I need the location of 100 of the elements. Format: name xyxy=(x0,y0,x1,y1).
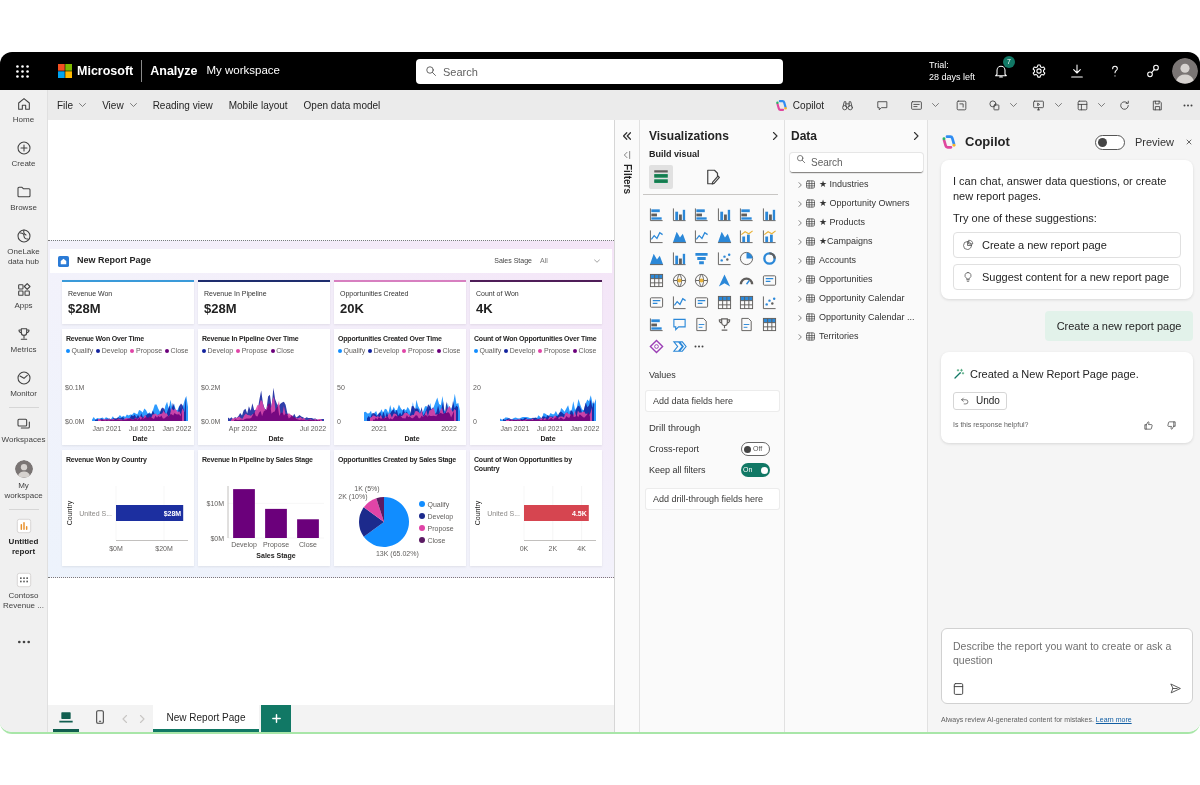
tree-item[interactable]: ★ Products xyxy=(790,213,922,232)
nav-item[interactable]: Create xyxy=(0,140,48,169)
double-chevron-left-icon[interactable] xyxy=(623,132,631,140)
scatter-chart-icon[interactable] xyxy=(716,250,732,266)
tree-item[interactable]: Territories xyxy=(790,327,922,346)
tree-item[interactable]: Accounts xyxy=(790,251,922,270)
tree-item[interactable]: ★Campaigns xyxy=(790,232,922,251)
menu-item[interactable]: Open data model xyxy=(303,97,381,113)
line-chart-icon[interactable] xyxy=(694,228,709,244)
card-icon[interactable] xyxy=(649,294,664,310)
save-icon[interactable] xyxy=(1151,98,1164,112)
suggestion-button[interactable]: Create a new report page xyxy=(953,232,1181,258)
nav-item[interactable]: Untitled report xyxy=(0,518,48,557)
bell-icon[interactable] xyxy=(993,63,1009,79)
search-field[interactable]: Search xyxy=(790,153,923,173)
nav-item[interactable]: Workspaces xyxy=(0,416,48,445)
build-visual-tab[interactable] xyxy=(649,164,673,189)
menu-item[interactable]: Reading view xyxy=(152,97,213,113)
nav-item[interactable]: Contoso Revenue ... xyxy=(0,572,48,611)
drop-field[interactable]: Add drill-through fields here xyxy=(646,489,779,510)
more-icon[interactable] xyxy=(1182,103,1194,107)
chevron-bar-icon[interactable] xyxy=(623,151,631,159)
tree-item[interactable]: ★ Opportunity Owners xyxy=(790,194,922,213)
square-corner-icon[interactable] xyxy=(955,98,968,112)
arrow-icon[interactable] xyxy=(716,272,732,288)
close-icon[interactable] xyxy=(1185,138,1193,146)
caret-icon[interactable] xyxy=(1010,103,1017,107)
column-chart-icon[interactable] xyxy=(716,206,732,222)
card-icon[interactable] xyxy=(694,294,709,310)
tree-item[interactable]: Opportunities xyxy=(790,270,922,289)
settings-icon[interactable] xyxy=(1031,63,1047,79)
document-icon[interactable] xyxy=(739,316,754,332)
tree-item[interactable]: ★ Industries xyxy=(790,175,922,194)
pie-chart-icon[interactable] xyxy=(739,250,754,266)
column-chart-icon[interactable] xyxy=(671,250,687,266)
send-icon[interactable] xyxy=(1169,682,1182,695)
binoculars-icon[interactable] xyxy=(841,98,854,112)
caret-icon[interactable] xyxy=(1098,103,1105,107)
trophy-icon[interactable] xyxy=(716,316,732,332)
menu-item[interactable]: Mobile layout xyxy=(228,97,288,113)
more-icon[interactable] xyxy=(694,344,704,348)
textbox-icon[interactable] xyxy=(910,98,923,112)
line-chart-icon[interactable] xyxy=(671,294,687,310)
table-grid-icon[interactable] xyxy=(739,294,754,310)
column-chart-icon[interactable] xyxy=(671,206,687,222)
nav-item[interactable]: Browse xyxy=(0,184,48,213)
line-chart-icon[interactable] xyxy=(649,228,664,244)
column-line-chart-icon[interactable] xyxy=(739,228,754,244)
caret-icon[interactable] xyxy=(1055,103,1062,107)
table-grid-icon[interactable] xyxy=(761,316,777,332)
nav-item[interactable]: Monitor xyxy=(0,370,48,399)
speech-bubble-icon[interactable] xyxy=(671,316,687,332)
chevron-right-icon[interactable] xyxy=(772,132,778,140)
globe-icon[interactable] xyxy=(694,272,709,288)
filters-label[interactable]: Filters xyxy=(621,164,633,194)
chevrons-icon[interactable] xyxy=(671,338,687,354)
caret-icon[interactable] xyxy=(932,103,939,107)
nav-item[interactable]: Apps xyxy=(0,282,48,311)
page-tab[interactable]: New Report Page xyxy=(153,705,259,732)
nav-item[interactable]: OneLake data hub xyxy=(0,228,48,267)
waffle-menu-icon[interactable] xyxy=(15,64,29,78)
add-page-button[interactable] xyxy=(261,705,291,732)
bar-chart-icon[interactable] xyxy=(739,206,754,222)
table-grid-icon[interactable] xyxy=(649,272,664,288)
thumbs-down-icon[interactable] xyxy=(1166,419,1177,431)
thumbs-up-icon[interactable] xyxy=(1143,419,1154,431)
presentation-icon[interactable] xyxy=(1032,98,1045,112)
bar-chart-icon[interactable] xyxy=(649,316,664,332)
share-icon[interactable] xyxy=(1145,63,1161,79)
chevron-right-icon[interactable] xyxy=(913,132,919,140)
toggle-switch[interactable] xyxy=(1094,134,1125,150)
copilot-button[interactable]: Copilot xyxy=(774,97,824,113)
bar-chart-icon[interactable] xyxy=(694,206,709,222)
layout-icon[interactable] xyxy=(1076,98,1089,112)
funnel-icon[interactable] xyxy=(694,250,709,266)
workspace-name[interactable]: My workspace xyxy=(206,62,280,80)
document-icon[interactable] xyxy=(694,316,709,332)
download-icon[interactable] xyxy=(1069,63,1085,79)
tree-item[interactable]: Opportunity Calendar xyxy=(790,289,922,308)
avatar-icon[interactable] xyxy=(1172,58,1198,84)
card-icon[interactable] xyxy=(761,272,777,288)
scatter-chart-icon[interactable] xyxy=(761,294,777,310)
more-icon[interactable] xyxy=(16,640,31,644)
comment-icon[interactable] xyxy=(876,98,889,112)
tree-item[interactable]: Opportunity Calendar ... xyxy=(790,308,922,327)
chat-input-field[interactable]: Describe the report you want to create or ask a question xyxy=(941,628,1193,704)
suggestion-button[interactable]: Suggest content for a new report page xyxy=(953,264,1181,290)
nav-item[interactable]: Metrics xyxy=(0,326,48,355)
table-grid-icon[interactable] xyxy=(716,294,732,310)
bar-chart-icon[interactable] xyxy=(649,206,664,222)
drop-field[interactable]: Add data fields here xyxy=(646,391,779,411)
donut-chart-icon[interactable] xyxy=(761,250,777,266)
shapes-icon[interactable] xyxy=(988,98,1001,112)
globe-icon[interactable] xyxy=(671,272,687,288)
column-line-chart-icon[interactable] xyxy=(761,228,777,244)
notebook-icon[interactable] xyxy=(953,683,964,695)
menu-item[interactable]: View xyxy=(102,97,137,113)
undo-button[interactable]: Undo xyxy=(953,391,1007,410)
nav-item[interactable]: My workspace xyxy=(0,460,48,501)
diamond-icon[interactable] xyxy=(649,338,664,354)
